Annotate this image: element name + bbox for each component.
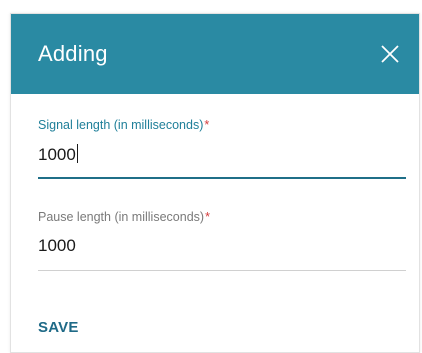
signal-length-input[interactable]: 1000 [38, 145, 76, 165]
signal-length-label: Signal length (in milliseconds)* [38, 118, 210, 132]
dialog-content: Signal length (in milliseconds)* 1000 Pa… [11, 118, 419, 337]
pause-length-input-wrap[interactable]: 1000 [38, 236, 406, 262]
dialog-header: Adding [11, 14, 419, 94]
signal-length-field[interactable]: Signal length (in milliseconds)* 1000 [38, 118, 406, 179]
signal-length-underline [38, 177, 406, 179]
required-mark: * [204, 118, 210, 132]
pause-length-field[interactable]: Pause length (in milliseconds)* 1000 [38, 210, 406, 271]
pause-length-underline [38, 270, 406, 271]
dialog-title: Adding [38, 41, 108, 66]
pause-length-input[interactable]: 1000 [38, 236, 76, 256]
adding-dialog: Adding Signal length (in milliseconds)* … [10, 13, 420, 353]
close-button[interactable] [379, 43, 401, 65]
text-caret [76, 144, 78, 163]
required-mark: * [205, 210, 210, 224]
save-button[interactable]: SAVE [38, 319, 79, 336]
signal-length-input-wrap[interactable]: 1000 [38, 144, 406, 170]
pause-length-label: Pause length (in milliseconds)* [38, 210, 210, 224]
close-icon [381, 45, 399, 63]
